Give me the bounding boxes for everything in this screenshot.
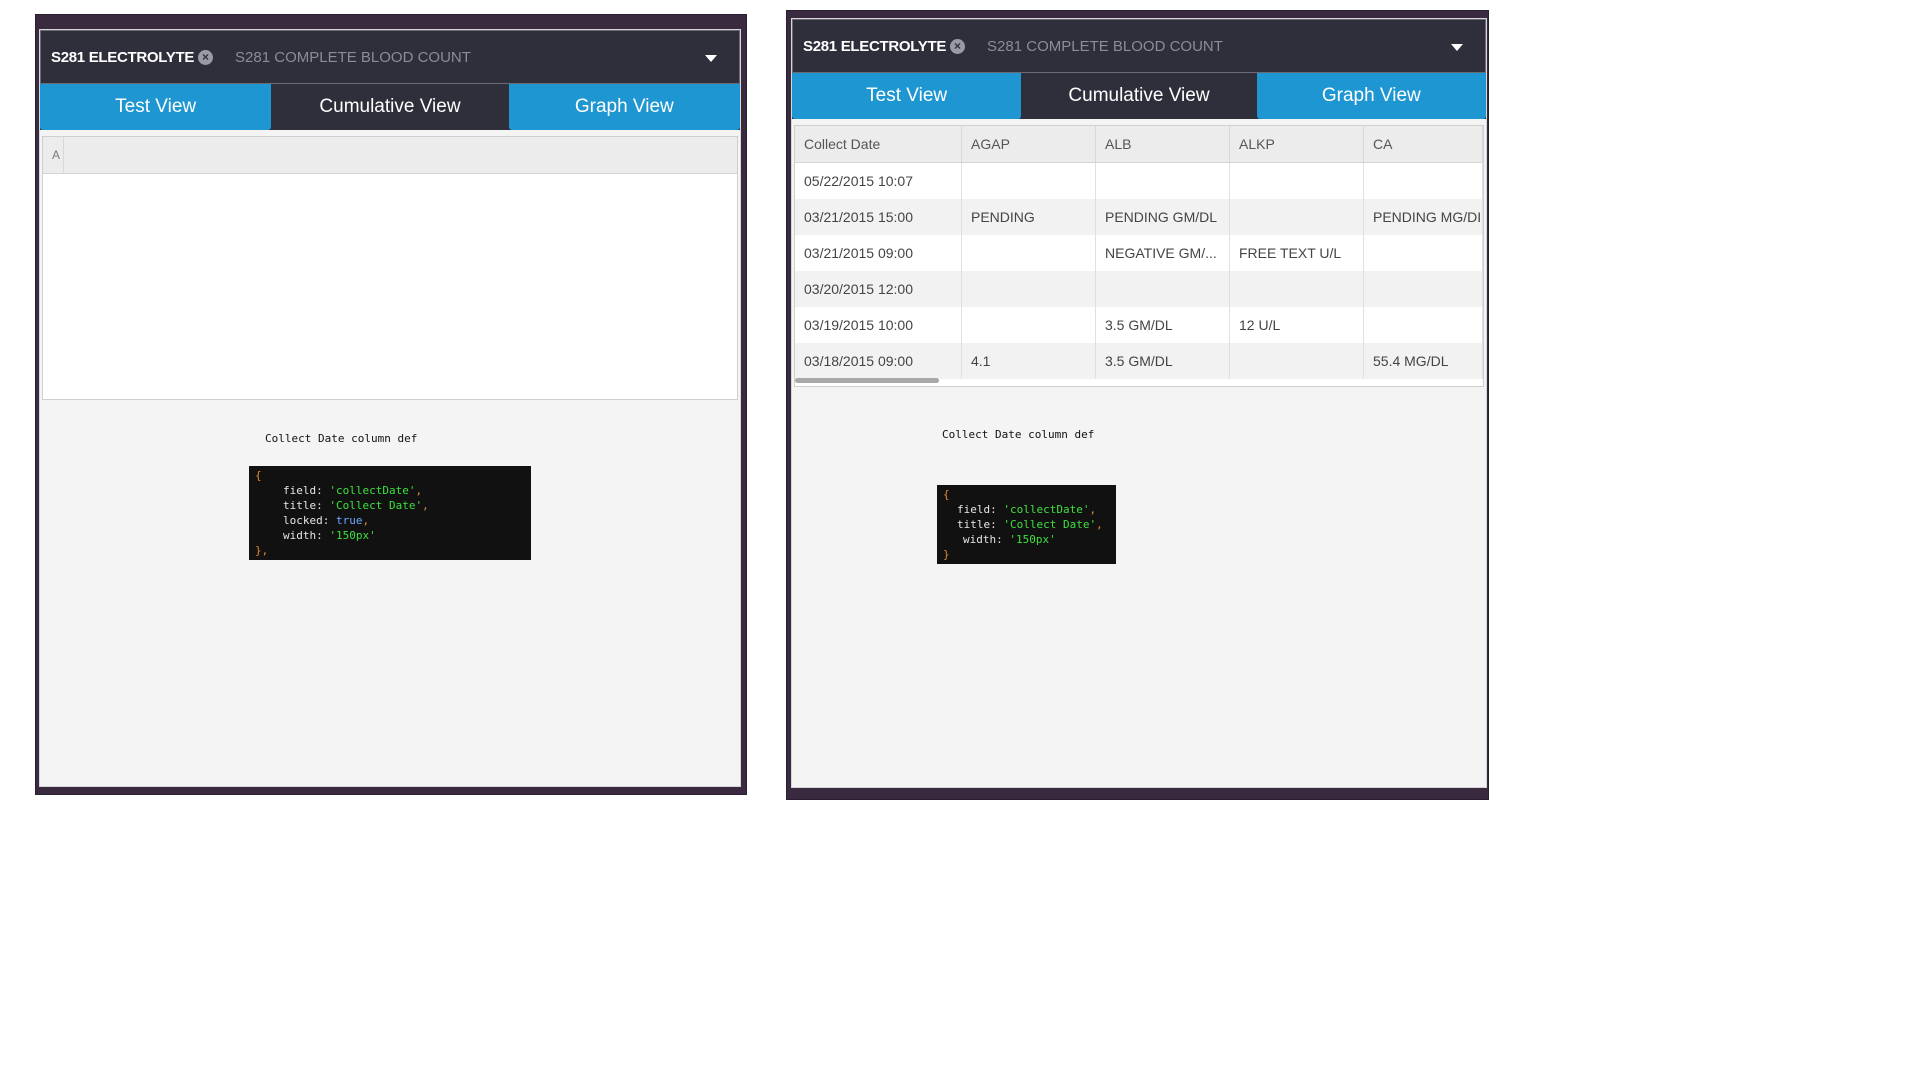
code-value: 'collectDate' [1003, 503, 1090, 516]
tab-s281-complete-blood-count[interactable]: S281 COMPLETE BLOOD COUNT [987, 38, 1223, 55]
table-cell [1230, 271, 1364, 307]
table-row[interactable]: 03/18/2015 09:00 4.1 3.5 GM/DL 55.4 MG/DL [795, 343, 1483, 379]
grid-header-cell[interactable]: A [43, 137, 64, 173]
code-snippet: { field: 'collectDate', title: 'Collect … [937, 485, 1116, 564]
table-row[interactable]: 03/21/2015 09:00 NEGATIVE GM/... FREE TEXT… [795, 235, 1483, 271]
cumulative-view-button[interactable]: Cumulative View [274, 84, 506, 130]
table-cell [1364, 163, 1483, 199]
table-cell: 3.5 GM/DL [1096, 307, 1230, 343]
table-cell: 03/20/2015 12:00 [795, 271, 962, 307]
code-value: '150px' [329, 529, 376, 542]
table-cell [962, 307, 1096, 343]
test-view-button[interactable]: Test View [792, 73, 1022, 119]
column-header-collect-date[interactable]: Collect Date [795, 126, 962, 162]
code-value: 'collectDate' [329, 484, 416, 497]
code-key: field [283, 484, 317, 497]
table-cell: 03/21/2015 15:00 [795, 199, 962, 235]
graph-view-button[interactable]: Graph View [508, 84, 740, 130]
column-header-alkp[interactable]: ALKP [1230, 126, 1364, 162]
grid-header: Collect Date AGAP ALB ALKP CA [795, 126, 1483, 163]
code-key: field [957, 503, 991, 516]
table-cell [962, 271, 1096, 307]
cumulative-results-grid: Collect Date AGAP ALB ALKP CA 05/22/2015… [794, 125, 1484, 387]
table-row[interactable]: 05/22/2015 10:07 [795, 163, 1483, 199]
code-brace-open: { [255, 469, 262, 482]
tab-s281-electrolyte[interactable]: S281 ELECTROLYTE [803, 38, 946, 55]
code-snippet: { field: 'collectDate', title: 'Collect … [249, 466, 531, 560]
results-grid-empty: A [42, 136, 738, 400]
view-switcher: Test View Cumulative View Graph View [792, 73, 1486, 119]
table-cell: 03/18/2015 09:00 [795, 343, 962, 379]
table-cell: 3.5 GM/DL [1096, 343, 1230, 379]
table-cell [962, 235, 1096, 271]
table-cell: PENDING MG/DI [1364, 199, 1483, 235]
code-caption: Collect Date column def [942, 428, 1095, 441]
table-cell: FREE TEXT U/L [1230, 235, 1364, 271]
code-key: title [957, 518, 991, 531]
column-header-alb[interactable]: ALB [1096, 126, 1230, 162]
table-cell [1230, 199, 1364, 235]
code-brace-close: } [943, 548, 950, 561]
table-cell: PENDING [962, 199, 1096, 235]
close-icon[interactable]: × [950, 38, 966, 54]
table-cell: 12 U/L [1230, 307, 1364, 343]
table-cell [1096, 271, 1230, 307]
table-row[interactable]: 03/20/2015 12:00 [795, 271, 1483, 307]
left-panel: S281 ELECTROLYTE × S281 COMPLETE BLOOD C… [39, 29, 741, 787]
table-cell: NEGATIVE GM/... [1096, 235, 1230, 271]
code-caption: Collect Date column def [265, 432, 418, 445]
view-switcher: Test View Cumulative View Graph View [40, 84, 740, 130]
horizontal-scrollbar[interactable] [795, 378, 939, 383]
test-view-button[interactable]: Test View [40, 84, 272, 130]
code-key: width [963, 533, 997, 546]
code-value: true [336, 514, 363, 527]
cumulative-view-button[interactable]: Cumulative View [1024, 73, 1254, 119]
code-value: 'Collect Date' [329, 499, 423, 512]
table-row[interactable]: 03/21/2015 15:00 PENDING PENDING GM/DL PEND… [795, 199, 1483, 235]
chevron-down-icon[interactable] [1451, 44, 1463, 51]
tab-s281-complete-blood-count[interactable]: S281 COMPLETE BLOOD COUNT [235, 49, 471, 66]
code-key: title [283, 499, 317, 512]
table-cell: 55.4 MG/DL [1364, 343, 1483, 379]
chevron-down-icon[interactable] [705, 55, 717, 62]
table-cell [1230, 163, 1364, 199]
column-header-ca[interactable]: CA [1364, 126, 1483, 162]
column-header-agap[interactable]: AGAP [962, 126, 1096, 162]
code-key: width [283, 529, 317, 542]
table-cell [1096, 163, 1230, 199]
table-cell [1364, 271, 1483, 307]
table-cell [962, 163, 1096, 199]
table-row[interactable]: 03/19/2015 10:00 3.5 GM/DL 12 U/L [795, 307, 1483, 343]
table-cell: PENDING GM/DL [1096, 199, 1230, 235]
code-brace-close: }, [255, 544, 269, 557]
table-cell: 03/19/2015 10:00 [795, 307, 962, 343]
right-panel: S281 ELECTROLYTE × S281 COMPLETE BLOOD C… [791, 18, 1487, 788]
panel-header: S281 ELECTROLYTE × S281 COMPLETE BLOOD C… [792, 19, 1486, 73]
panel-header: S281 ELECTROLYTE × S281 COMPLETE BLOOD C… [40, 30, 740, 84]
code-key: locked [283, 514, 323, 527]
left-panel-frame: S281 ELECTROLYTE × S281 COMPLETE BLOOD C… [35, 14, 747, 795]
table-cell: 05/22/2015 10:07 [795, 163, 962, 199]
table-cell [1364, 235, 1483, 271]
code-value: '150px' [1009, 533, 1056, 546]
close-icon[interactable]: × [198, 49, 214, 65]
code-value: 'Collect Date' [1003, 518, 1097, 531]
table-cell [1364, 307, 1483, 343]
tab-s281-electrolyte[interactable]: S281 ELECTROLYTE [51, 49, 194, 66]
table-cell: 03/21/2015 09:00 [795, 235, 962, 271]
grid-body: 05/22/2015 10:07 03/21/2015 15:00 PENDING P… [795, 163, 1483, 379]
right-panel-frame: S281 ELECTROLYTE × S281 COMPLETE BLOOD C… [786, 10, 1489, 800]
table-cell [1230, 343, 1364, 379]
code-brace-open: { [943, 488, 950, 501]
table-cell: 4.1 [962, 343, 1096, 379]
graph-view-button[interactable]: Graph View [1256, 73, 1486, 119]
grid-header: A [43, 137, 737, 174]
